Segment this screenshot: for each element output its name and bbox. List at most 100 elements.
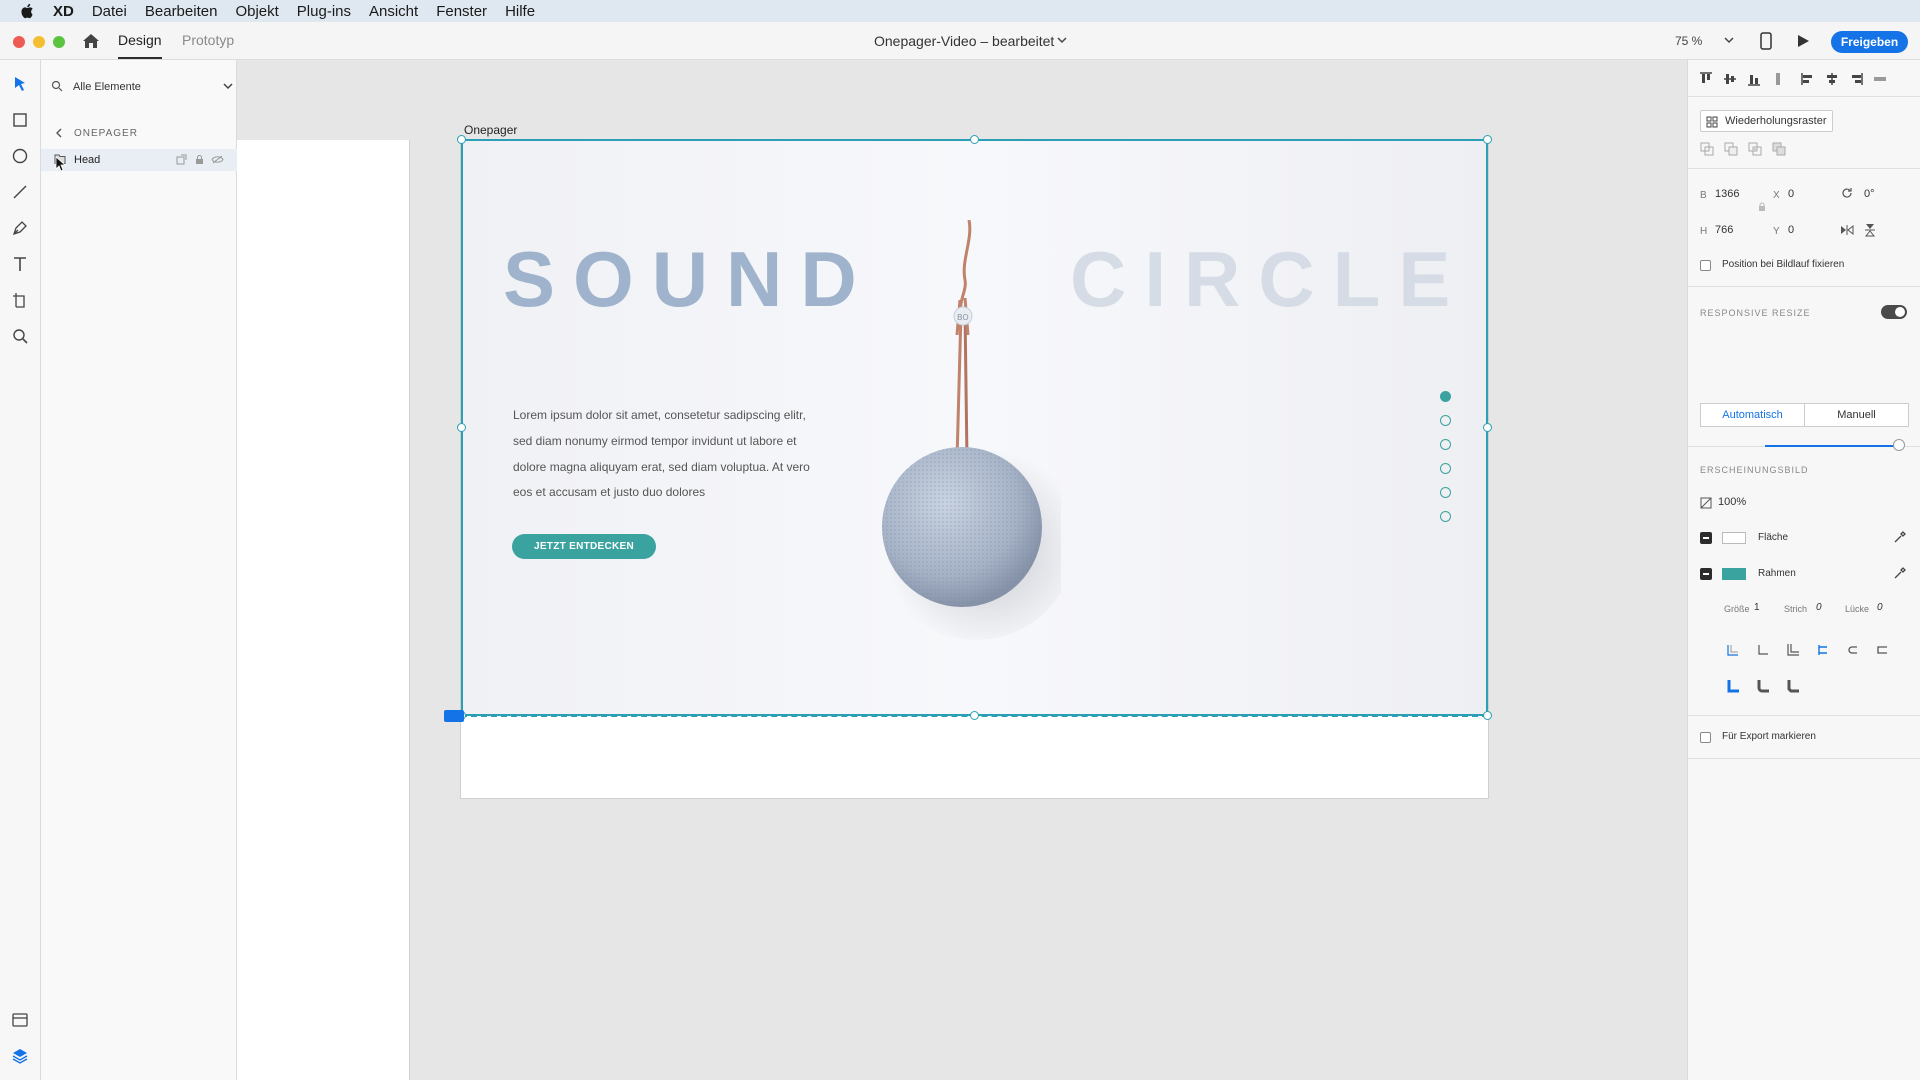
boolean-add-icon[interactable] (1700, 142, 1714, 156)
opacity-slider[interactable] (1765, 445, 1899, 447)
join-round-icon[interactable] (1755, 678, 1771, 694)
zoom-level[interactable]: 75 % (1675, 34, 1702, 48)
rotation-field[interactable]: 0° (1864, 188, 1875, 200)
resize-mode-manual[interactable]: Manuell (1804, 403, 1909, 427)
layer-item-head[interactable]: Head (41, 149, 237, 171)
boolean-subtract-icon[interactable] (1724, 142, 1738, 156)
height-field[interactable]: 766 (1715, 224, 1733, 236)
responsive-resize-toggle[interactable] (1881, 305, 1907, 319)
join-bevel-icon[interactable] (1785, 678, 1801, 694)
slider-dot-2[interactable] (1440, 415, 1451, 426)
eyedropper-icon[interactable] (1893, 566, 1907, 580)
home-icon[interactable] (82, 33, 100, 49)
menu-objekt[interactable]: Objekt (235, 3, 278, 20)
dash-field[interactable]: 0 (1816, 602, 1822, 613)
align-middle-icon[interactable] (1722, 71, 1738, 87)
chevron-down-icon[interactable] (1057, 36, 1067, 44)
rectangle-tool-icon[interactable] (10, 110, 30, 130)
slider-dot-5[interactable] (1440, 487, 1451, 498)
select-tool-icon[interactable] (10, 74, 30, 94)
stroke-outer-icon[interactable] (1785, 642, 1801, 658)
menu-fenster[interactable]: Fenster (436, 3, 487, 20)
tab-design[interactable]: Design (118, 32, 162, 48)
artboard-tool-icon[interactable] (10, 290, 30, 310)
chevron-down-icon[interactable] (223, 82, 233, 90)
flip-horizontal-icon[interactable] (1840, 224, 1854, 236)
opacity-slider-knob[interactable] (1893, 439, 1905, 451)
play-icon[interactable] (1796, 34, 1810, 48)
align-left-icon[interactable] (1800, 71, 1816, 87)
artboard-name[interactable]: Onepager (464, 123, 517, 137)
width-field[interactable]: 1366 (1715, 188, 1739, 200)
back-chevron-icon[interactable] (55, 128, 63, 138)
artboard-onepager[interactable]: SOUND CIRCLE BO Lorem ipsum dolor sit am… (461, 140, 1488, 798)
fix-position-checkbox[interactable] (1700, 260, 1711, 271)
boolean-intersect-icon[interactable] (1748, 142, 1762, 156)
menu-xd[interactable]: XD (53, 3, 74, 20)
align-center-icon[interactable] (1824, 71, 1840, 87)
menu-datei[interactable]: Datei (92, 3, 127, 20)
cap-square-icon[interactable] (1875, 642, 1891, 658)
canvas[interactable]: Onepager SOUND CIRCLE BO Lorem ipsum dol… (237, 60, 1687, 1080)
menu-hilfe[interactable]: Hilfe (505, 3, 535, 20)
line-tool-icon[interactable] (10, 182, 30, 202)
breadcrumb[interactable]: ONEPAGER (74, 128, 138, 139)
apple-menu-icon[interactable] (19, 2, 37, 20)
fill-checkbox[interactable] (1700, 532, 1712, 544)
resize-handle[interactable] (457, 423, 466, 432)
slider-dot-4[interactable] (1440, 463, 1451, 474)
zoom-tool-icon[interactable] (10, 326, 30, 346)
device-preview-icon[interactable] (1760, 32, 1772, 50)
menu-ansicht[interactable]: Ansicht (369, 3, 418, 20)
repeat-grid-button[interactable]: Wiederholungsraster (1700, 110, 1833, 132)
eyedropper-icon[interactable] (1893, 530, 1907, 544)
maximize-window-button[interactable] (53, 36, 65, 48)
export-checkbox[interactable] (1700, 732, 1711, 743)
y-field[interactable]: 0 (1788, 224, 1794, 236)
align-bottom-icon[interactable] (1746, 71, 1762, 87)
zoom-chevron-icon[interactable] (1724, 37, 1734, 44)
slider-dot-3[interactable] (1440, 439, 1451, 450)
resize-handle[interactable] (457, 135, 466, 144)
lock-icon[interactable] (195, 154, 204, 165)
offscreen-artboard[interactable] (237, 140, 410, 1080)
tab-prototyp[interactable]: Prototyp (182, 32, 234, 48)
visibility-icon[interactable] (211, 155, 224, 164)
opacity-value[interactable]: 100% (1718, 496, 1746, 508)
cap-butt-icon[interactable] (1815, 642, 1831, 658)
resize-handle[interactable] (1483, 711, 1492, 720)
layers-icon[interactable] (10, 1046, 30, 1066)
text-tool-icon[interactable] (10, 254, 30, 274)
assets-icon[interactable] (10, 1010, 30, 1030)
stroke-inner-icon[interactable] (1725, 642, 1741, 658)
link-icon[interactable] (176, 154, 187, 165)
share-button[interactable]: Freigeben (1831, 31, 1908, 53)
minimize-window-button[interactable] (33, 36, 45, 48)
menu-plugins[interactable]: Plug-ins (297, 3, 351, 20)
distribute-horizontal-icon[interactable] (1872, 71, 1888, 87)
cta-button[interactable]: JETZT ENTDECKEN (512, 534, 656, 559)
boolean-exclude-icon[interactable] (1772, 142, 1786, 156)
hero-group[interactable]: SOUND CIRCLE BO Lorem ipsum dolor sit am… (461, 140, 1488, 715)
flip-vertical-icon[interactable] (1864, 223, 1876, 237)
border-checkbox[interactable] (1700, 568, 1712, 580)
slider-dot-6[interactable] (1440, 511, 1451, 522)
x-field[interactable]: 0 (1788, 188, 1794, 200)
border-swatch[interactable] (1722, 568, 1746, 580)
cap-round-icon[interactable] (1845, 642, 1861, 658)
resize-handle[interactable] (1483, 135, 1492, 144)
stroke-center-icon[interactable] (1755, 642, 1771, 658)
resize-handle[interactable] (970, 135, 979, 144)
menu-bearbeiten[interactable]: Bearbeiten (145, 3, 218, 20)
ellipse-tool-icon[interactable] (10, 146, 30, 166)
document-title[interactable]: Onepager-Video – bearbeitet (874, 33, 1054, 49)
distribute-vertical-icon[interactable] (1770, 71, 1786, 87)
align-top-icon[interactable] (1698, 71, 1714, 87)
pen-tool-icon[interactable] (10, 218, 30, 238)
resize-handle[interactable] (970, 711, 979, 720)
resize-mode-auto[interactable]: Automatisch (1700, 403, 1805, 427)
size-field[interactable]: 1 (1754, 602, 1760, 613)
slider-dot-1[interactable] (1440, 391, 1451, 402)
join-miter-icon[interactable] (1725, 678, 1741, 694)
resize-handle[interactable] (1483, 423, 1492, 432)
